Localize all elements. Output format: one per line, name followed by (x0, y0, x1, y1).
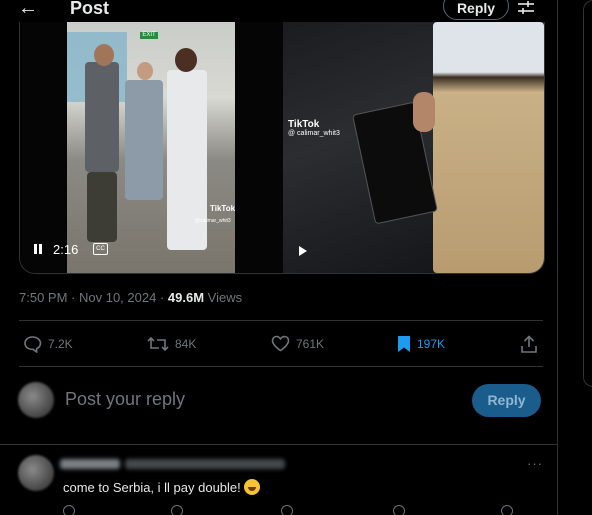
divider (0, 444, 557, 445)
filter-settings-icon[interactable] (517, 0, 535, 16)
repost-count: 84K (175, 337, 197, 351)
post-time[interactable]: 7:50 PM (19, 290, 67, 305)
repost-icon (147, 336, 169, 352)
tiktok-handle: @ calimar_whit3 (288, 130, 340, 137)
comment-actions (63, 505, 543, 515)
main-column: ← Post Reply EXIT TikTok @calimar_whit3 (0, 0, 558, 515)
post-meta: 7:50 PM · Nov 10, 2024 · 49.6M Views (19, 290, 243, 305)
heart-icon[interactable] (281, 505, 293, 515)
reply-count: 7.2K (48, 337, 73, 351)
sidebar-edge (583, 0, 592, 387)
header-bar: ← Post Reply (0, 0, 557, 22)
share-action[interactable] (521, 335, 537, 353)
page-title: Post (70, 0, 110, 18)
play-icon[interactable] (299, 246, 307, 256)
reply-submit-button[interactable]: Reply (472, 384, 541, 417)
bookmark-count: 197K (417, 337, 446, 351)
tiktok-logo: TikTok (288, 119, 320, 130)
video-time: 2:16 (53, 242, 79, 257)
my-avatar (18, 382, 54, 418)
more-icon[interactable]: ··· (527, 456, 543, 471)
commenter-avatar[interactable] (18, 455, 54, 491)
repost-icon[interactable] (171, 505, 183, 515)
video-left[interactable]: EXIT TikTok @calimar_whit3 (67, 22, 235, 273)
views-label: Views (204, 290, 243, 305)
share-icon (521, 335, 537, 353)
divider (19, 320, 543, 321)
exit-sign: EXIT (140, 32, 158, 39)
post-date[interactable]: Nov 10, 2024 (79, 290, 156, 305)
like-count: 761K (296, 336, 325, 351)
reply-input[interactable]: Post your reply (65, 389, 185, 410)
pause-icon[interactable] (34, 244, 42, 254)
tiktok-handle-small: @calimar_whit3 (195, 218, 231, 224)
tiktok-watermark: TikTok @ calimar_whit3 (288, 119, 340, 137)
reply-bubble-icon[interactable] (63, 505, 75, 515)
like-action[interactable]: 761K (271, 335, 324, 352)
commenter-handle-redacted (125, 459, 285, 469)
heart-icon (271, 335, 290, 352)
video-right[interactable]: TikTok @ calimar_whit3 (283, 22, 544, 273)
tiktok-logo-small: TikTok (210, 204, 235, 213)
reply-action[interactable]: 7.2K (23, 335, 73, 353)
media-grid[interactable]: EXIT TikTok @calimar_whit3 TikTok @ cali… (19, 22, 545, 274)
bookmark-icon[interactable] (501, 505, 513, 515)
rofl-emoji-icon (244, 479, 261, 495)
repost-action[interactable]: 84K (147, 335, 196, 353)
captions-icon[interactable]: CC (93, 243, 108, 255)
bookmark-icon (398, 336, 410, 352)
views-icon[interactable] (393, 505, 405, 515)
views-count: 49.6M (167, 290, 205, 305)
back-arrow-icon[interactable]: ← (18, 0, 38, 20)
bookmark-action[interactable]: 197K (397, 335, 445, 353)
reply-top-button[interactable]: Reply (443, 0, 509, 20)
reply-bubble-icon (24, 336, 42, 353)
comment-text: come to Serbia, i ll pay double! (63, 479, 261, 495)
commenter-name-redacted (60, 459, 120, 469)
action-bar: 7.2K 84K 761K 197K (19, 335, 543, 355)
divider (19, 366, 543, 367)
